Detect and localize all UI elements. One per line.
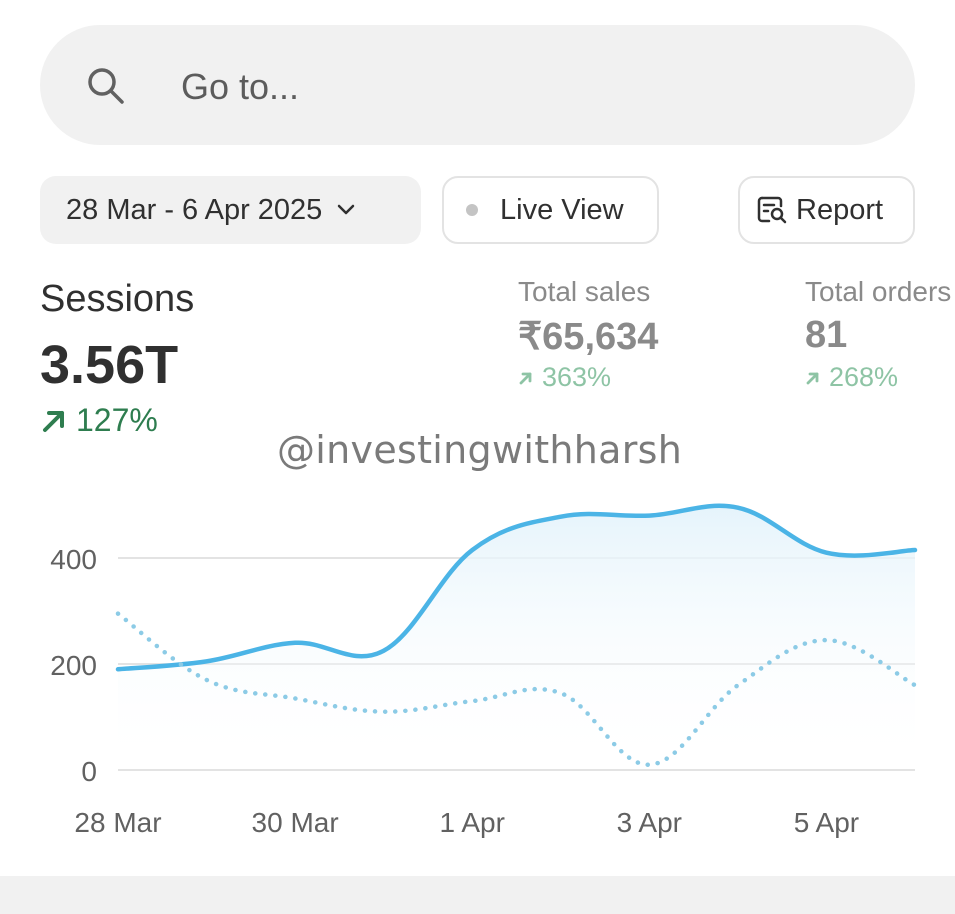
arrow-up-right-icon [40,407,68,435]
y-tick-label: 400 [50,544,97,575]
x-tick-label: 5 Apr [794,807,859,838]
report-search-icon [756,194,788,226]
total-sales-label: Total sales [518,276,651,307]
total-sales-change: 363% [518,362,611,393]
total-orders-value: 81 [805,314,848,356]
live-view-button[interactable]: Live View [442,176,659,244]
live-view-label: Live View [500,193,624,226]
arrow-up-right-icon [518,370,534,386]
report-label: Report [796,193,884,226]
total-orders-card: Total orders 81 268% [805,260,955,400]
x-tick-label: 1 Apr [440,807,505,838]
y-tick-label: 200 [50,650,97,681]
total-sales-value: ₹65,634 [518,316,659,358]
y-tick-label: 0 [81,756,97,787]
sessions-label: Sessions [40,278,195,320]
total-orders-change-value: 268% [829,362,899,392]
arrow-up-right-icon [805,370,821,386]
x-tick-label: 30 Mar [252,807,339,838]
live-status-dot [466,204,478,216]
watermark: @investingwithharsh [277,428,683,472]
sessions-change-value: 127% [76,402,158,438]
sessions-line-chart: 0 200 400 28 Mar 30 Mar 1 Apr 3 Apr 5 Apr [50,503,918,838]
report-button[interactable]: Report [738,176,915,244]
search-input[interactable]: Go to... [181,66,299,108]
search-bar[interactable]: Go to... [40,25,915,145]
total-orders-label: Total orders [805,276,952,307]
sessions-change: 127% [40,402,158,439]
x-tick-label: 3 Apr [617,807,682,838]
date-range-label: 28 Mar - 6 Apr 2025 [66,193,323,226]
chevron-down-icon [336,203,356,217]
total-orders-change: 268% [805,362,898,393]
search-icon [86,66,126,111]
total-sales-change-value: 363% [542,362,612,392]
x-tick-label: 28 Mar [74,807,161,838]
bottom-bar [0,876,955,914]
date-range-picker[interactable]: 28 Mar - 6 Apr 2025 [40,176,421,244]
sessions-value: 3.56T [40,335,179,395]
series-area-0 [118,505,915,770]
